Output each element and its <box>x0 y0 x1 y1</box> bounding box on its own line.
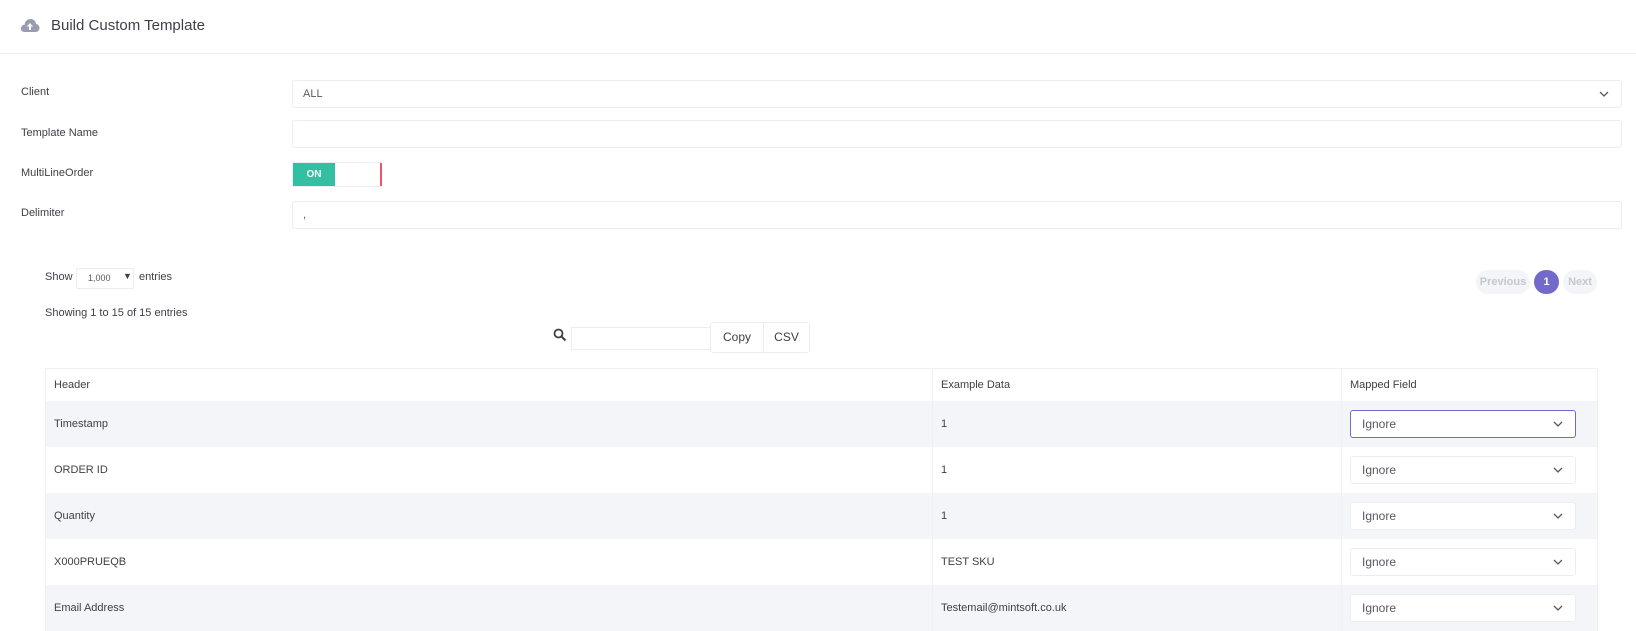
table-info: Showing 1 to 15 of 15 entries <box>45 307 188 319</box>
chevron-down-icon <box>1553 559 1563 565</box>
delimiter-input[interactable]: , <box>292 201 1622 229</box>
chevron-down-icon <box>1553 513 1563 519</box>
dropdown-arrow-icon: ▼ <box>123 271 132 281</box>
client-select-value: ALL <box>303 88 323 100</box>
header-cell: Email Address <box>45 585 933 631</box>
toggle-handle <box>380 163 382 186</box>
table-row: X000PRUEQB TEST SKU Ignore <box>45 539 1598 585</box>
mapped-field-value: Ignore <box>1362 463 1397 477</box>
mapped-cell: Ignore <box>1341 401 1598 447</box>
page-title: Build Custom Template <box>51 17 205 34</box>
chevron-down-icon <box>1553 421 1563 427</box>
table-row: Timestamp 1 Ignore <box>45 401 1598 447</box>
example-cell: 1 <box>932 401 1342 447</box>
mapped-field-value: Ignore <box>1362 555 1397 569</box>
search-input[interactable] <box>571 327 711 350</box>
chevron-down-icon <box>1553 467 1563 473</box>
multiline-label: MultiLineOrder <box>21 167 94 179</box>
column-header[interactable]: Header <box>45 368 933 401</box>
header-cell: ORDER ID <box>45 447 933 493</box>
mapped-field-select[interactable]: Ignore <box>1350 594 1576 622</box>
mapping-table: Header Example Data Mapped Field Timesta… <box>45 368 1598 631</box>
pagination-next[interactable]: Next <box>1563 270 1597 294</box>
table-row: Quantity 1 Ignore <box>45 493 1598 539</box>
table-row: ORDER ID 1 Ignore <box>45 447 1598 493</box>
mapped-field-select[interactable]: Ignore <box>1350 502 1576 530</box>
search-icon <box>553 328 567 342</box>
cloud-upload-icon <box>20 19 40 32</box>
mapped-cell: Ignore <box>1341 493 1598 539</box>
mapped-field-select[interactable]: Ignore <box>1350 548 1576 576</box>
example-cell: 1 <box>932 493 1342 539</box>
header-cell: X000PRUEQB <box>45 539 933 585</box>
delimiter-label: Delimiter <box>21 207 65 219</box>
example-cell: TEST SKU <box>932 539 1342 585</box>
copy-button[interactable]: Copy <box>711 323 764 352</box>
mapped-field-value: Ignore <box>1362 509 1397 523</box>
table-row: Email Address Testemail@mintsoft.co.uk I… <box>45 585 1598 631</box>
chevron-down-icon <box>1553 605 1563 611</box>
client-select[interactable]: ALL <box>292 80 1622 108</box>
mapped-cell: Ignore <box>1341 539 1598 585</box>
chevron-down-icon <box>1599 91 1609 97</box>
column-header[interactable]: Mapped Field <box>1341 368 1598 401</box>
header-cell: Timestamp <box>45 401 933 447</box>
pagination-page-1[interactable]: 1 <box>1534 270 1559 294</box>
mapped-field-value: Ignore <box>1362 601 1397 615</box>
column-header[interactable]: Example Data <box>932 368 1342 401</box>
template-name-label: Template Name <box>21 127 99 139</box>
page-header: Build Custom Template <box>0 0 1636 54</box>
client-label: Client <box>21 86 50 98</box>
example-cell: Testemail@mintsoft.co.uk <box>932 585 1342 631</box>
mapped-field-select[interactable]: Ignore <box>1350 410 1576 438</box>
mapped-cell: Ignore <box>1341 447 1598 493</box>
mapped-cell: Ignore <box>1341 585 1598 631</box>
entries-label: entries <box>139 271 173 283</box>
example-cell: 1 <box>932 447 1342 493</box>
show-label: Show <box>45 271 73 283</box>
pagination-previous[interactable]: Previous <box>1476 270 1530 294</box>
template-name-input[interactable] <box>292 120 1622 148</box>
toggle-on-label: ON <box>293 163 335 186</box>
mapped-field-select[interactable]: Ignore <box>1350 456 1576 484</box>
header-cell: Quantity <box>45 493 933 539</box>
multiline-toggle[interactable]: ON <box>292 162 382 187</box>
mapped-field-value: Ignore <box>1362 417 1397 431</box>
export-buttons: Copy CSV <box>710 322 810 353</box>
csv-button[interactable]: CSV <box>764 323 809 352</box>
